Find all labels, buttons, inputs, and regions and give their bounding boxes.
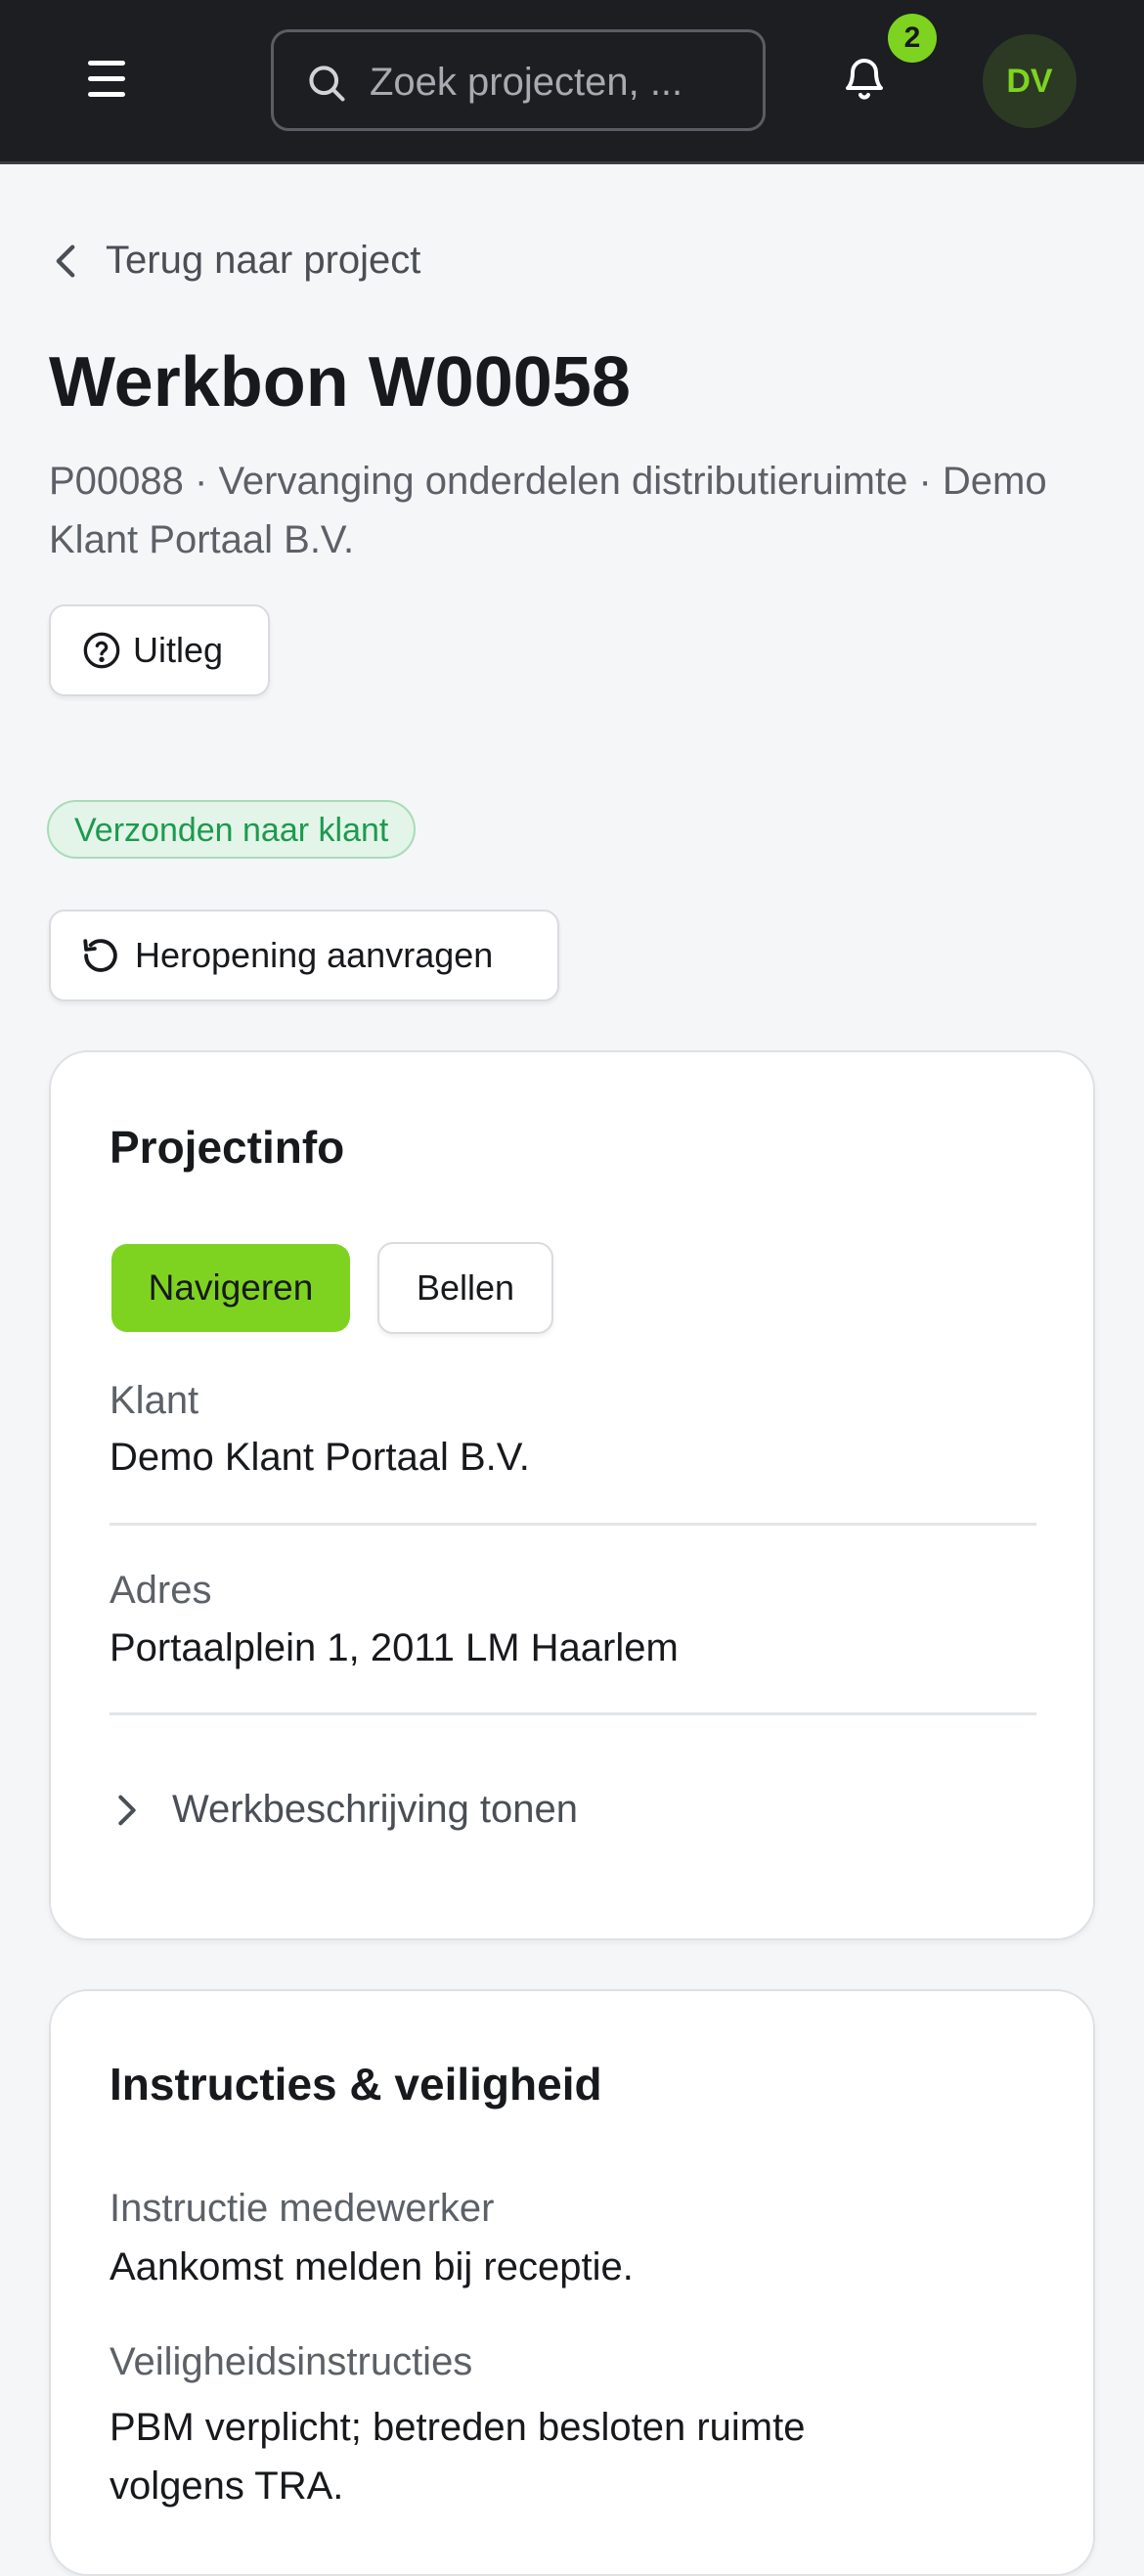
rotate-ccw-icon: [83, 939, 117, 972]
instructions-heading: Instructies & veiligheid: [110, 2059, 602, 2110]
menu-icon[interactable]: [88, 61, 135, 100]
bell-icon[interactable]: [841, 53, 888, 104]
back-link-label: Terug naar project: [106, 239, 421, 282]
instructions-card: Instructies & veiligheid Instructie mede…: [49, 1989, 1095, 2576]
reopen-request-button[interactable]: Heropening aanvragen: [49, 910, 559, 1001]
back-link[interactable]: Terug naar project: [55, 239, 420, 283]
call-button[interactable]: Bellen: [377, 1242, 553, 1334]
status-badge: Verzonden naar klant: [47, 800, 417, 859]
top-bar: 2 DV: [0, 0, 1144, 164]
work-description-toggle[interactable]: Werkbeschrijving tonen: [117, 1788, 578, 1832]
project-info-heading: Projectinfo: [110, 1122, 345, 1173]
explain-button[interactable]: Uitleg: [49, 604, 270, 696]
explain-button-label: Uitleg: [133, 630, 224, 670]
divider: [110, 1523, 1036, 1526]
search-input[interactable]: [368, 54, 733, 111]
divider: [110, 1712, 1036, 1715]
safety-instruction-value: PBM verplicht; betreden besloten ruimte …: [110, 2406, 806, 2508]
reopen-request-label: Heropening aanvragen: [135, 935, 494, 975]
client-value: Demo Klant Portaal B.V.: [110, 1436, 530, 1479]
client-label: Klant: [110, 1379, 199, 1422]
chevron-left-icon: [56, 244, 75, 278]
help-circle-icon: [83, 632, 120, 669]
project-info-card: Projectinfo Navigeren Bellen Klant Demo …: [49, 1050, 1095, 1940]
navigate-button[interactable]: Navigeren: [111, 1244, 350, 1332]
page-title: Werkbon W00058: [49, 343, 631, 422]
notification-badge: 2: [888, 14, 937, 63]
page-subtitle: P00088 · Vervanging onderdelen distribut…: [49, 460, 1047, 561]
search-box[interactable]: [271, 29, 766, 131]
avatar[interactable]: DV: [983, 34, 1077, 128]
chevron-right-icon: [118, 1795, 136, 1825]
address-value: Portaalplein 1, 2011 LM Haarlem: [110, 1626, 679, 1669]
search-icon: [309, 66, 345, 102]
employee-instruction-value: Aankomst melden bij receptie.: [110, 2245, 634, 2288]
address-label: Adres: [110, 1569, 212, 1612]
work-description-toggle-label: Werkbeschrijving tonen: [172, 1788, 579, 1831]
employee-instruction-label: Instructie medewerker: [110, 2187, 495, 2230]
safety-instruction-label: Veiligheidsinstructies: [110, 2340, 473, 2383]
